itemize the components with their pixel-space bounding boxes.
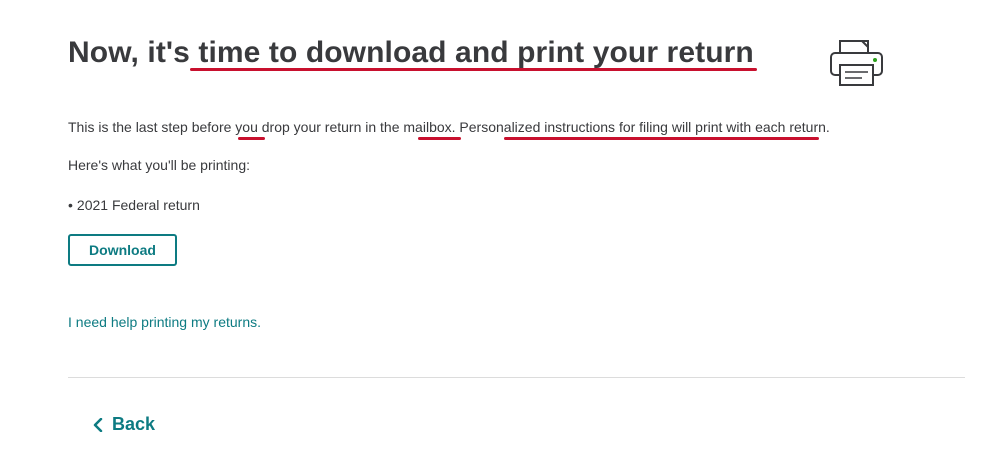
printer-icon [826,38,886,88]
back-label: Back [112,414,156,434]
annotation-underline-title [190,68,757,71]
divider [68,377,965,378]
annotation-underline-mailbox [418,137,461,140]
chevron-left-icon [92,417,104,432]
annotation-underline-instructions [504,137,819,140]
download-button[interactable]: Download [68,234,177,266]
list-item: 2021 Federal return [68,197,200,213]
print-list: 2021 Federal return [68,197,200,213]
annotation-underline-you [238,137,265,140]
printing-heading: Here's what you'll be printing: [68,157,250,173]
back-button[interactable]: Back [92,414,155,435]
page-title: Now, it's time to download and print you… [68,36,754,69]
intro-text: This is the last step before you drop yo… [68,119,830,135]
help-printing-link[interactable]: I need help printing my returns. [68,314,261,330]
